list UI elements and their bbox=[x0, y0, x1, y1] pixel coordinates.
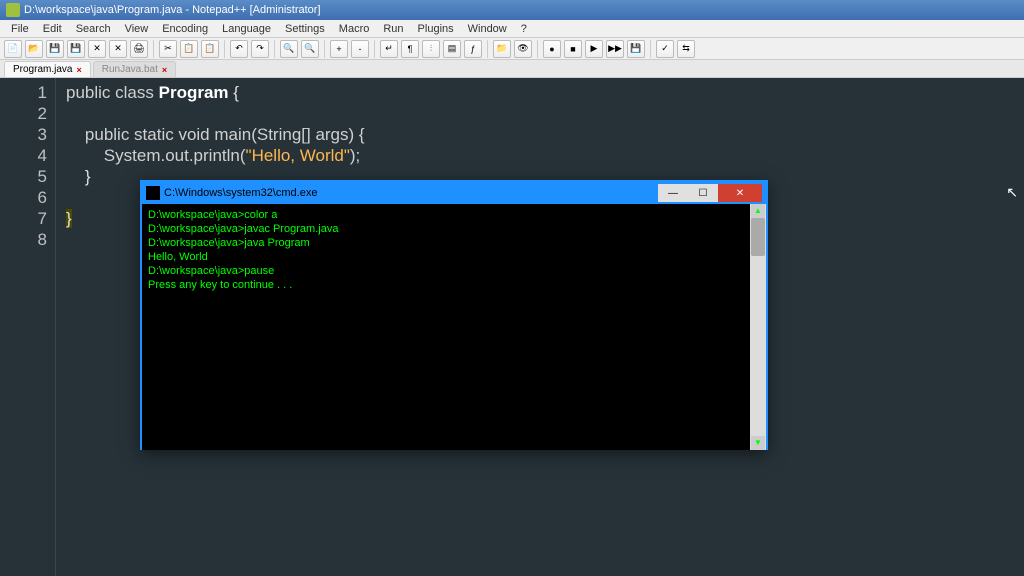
menu-run[interactable]: Run bbox=[376, 21, 410, 37]
cmd-output-line: Press any key to continue . . . bbox=[148, 278, 760, 292]
menu-bar: File Edit Search View Encoding Language … bbox=[0, 20, 1024, 38]
menu-encoding[interactable]: Encoding bbox=[155, 21, 215, 37]
new-file-icon[interactable]: 📄 bbox=[4, 40, 22, 58]
menu-help[interactable]: ? bbox=[514, 21, 534, 37]
menu-settings[interactable]: Settings bbox=[278, 21, 332, 37]
separator bbox=[487, 40, 488, 58]
cmd-title-bar[interactable]: C:\Windows\system32\cmd.exe — ☐ ✕ bbox=[142, 182, 766, 204]
save-all-icon[interactable]: 💾 bbox=[67, 40, 85, 58]
spellcheck-icon[interactable]: ✓ bbox=[656, 40, 674, 58]
record-icon[interactable]: ● bbox=[543, 40, 561, 58]
zoom-in-icon[interactable]: + bbox=[330, 40, 348, 58]
separator bbox=[650, 40, 651, 58]
undo-icon[interactable]: ↶ bbox=[230, 40, 248, 58]
line-number: 3 bbox=[0, 124, 47, 145]
close-button[interactable]: ✕ bbox=[718, 184, 762, 202]
separator bbox=[224, 40, 225, 58]
stop-icon[interactable]: ■ bbox=[564, 40, 582, 58]
save-icon[interactable]: 💾 bbox=[46, 40, 64, 58]
line-number: 6 bbox=[0, 187, 47, 208]
func-list-icon[interactable]: ƒ bbox=[464, 40, 482, 58]
print-icon[interactable]: 🖨 bbox=[130, 40, 148, 58]
scroll-up-icon[interactable]: ▲ bbox=[751, 204, 765, 218]
menu-language[interactable]: Language bbox=[215, 21, 278, 37]
paste-icon[interactable]: 📋 bbox=[201, 40, 219, 58]
indent-guide-icon[interactable]: ⫶ bbox=[422, 40, 440, 58]
menu-macro[interactable]: Macro bbox=[332, 21, 377, 37]
cmd-window[interactable]: C:\Windows\system32\cmd.exe — ☐ ✕ D:\wor… bbox=[140, 180, 768, 450]
copy-icon[interactable]: 📋 bbox=[180, 40, 198, 58]
separator bbox=[153, 40, 154, 58]
minimize-button[interactable]: — bbox=[658, 184, 688, 202]
play-icon[interactable]: ▶ bbox=[585, 40, 603, 58]
toolbar: 📄 📂 💾 💾 ✕ ✕ 🖨 ✂ 📋 📋 ↶ ↷ 🔍 🔍 + - ↵ ¶ ⫶ ▤ … bbox=[0, 38, 1024, 60]
line-number: 2 bbox=[0, 103, 47, 124]
cmd-output-line: Hello, World bbox=[148, 250, 760, 264]
menu-search[interactable]: Search bbox=[69, 21, 118, 37]
code-line: public static void main(String[] args) { bbox=[66, 124, 1024, 145]
folder-icon[interactable]: 📁 bbox=[493, 40, 511, 58]
tab-label: Program.java bbox=[13, 64, 72, 75]
app-icon bbox=[6, 3, 20, 17]
tab-close-icon[interactable]: × bbox=[76, 65, 81, 75]
monitor-icon[interactable]: 👁 bbox=[514, 40, 532, 58]
separator bbox=[374, 40, 375, 58]
cmd-output-line: D:\workspace\java>color a bbox=[148, 208, 760, 222]
show-chars-icon[interactable]: ¶ bbox=[401, 40, 419, 58]
cut-icon[interactable]: ✂ bbox=[159, 40, 177, 58]
code-line bbox=[66, 103, 1024, 124]
tab-label: RunJava.bat bbox=[102, 64, 158, 75]
wordwrap-icon[interactable]: ↵ bbox=[380, 40, 398, 58]
maximize-button[interactable]: ☐ bbox=[688, 184, 718, 202]
cmd-output-line: D:\workspace\java>javac Program.java bbox=[148, 222, 760, 236]
tab-program-java[interactable]: Program.java × bbox=[4, 61, 91, 77]
doc-map-icon[interactable]: ▤ bbox=[443, 40, 461, 58]
tab-bar: Program.java × RunJava.bat × bbox=[0, 60, 1024, 78]
separator bbox=[537, 40, 538, 58]
menu-window[interactable]: Window bbox=[461, 21, 514, 37]
code-line: public class Program { bbox=[66, 82, 1024, 103]
menu-view[interactable]: View bbox=[118, 21, 156, 37]
cmd-scrollbar[interactable]: ▲ ▼ bbox=[750, 204, 766, 450]
cmd-output-line: D:\workspace\java>pause bbox=[148, 264, 760, 278]
open-file-icon[interactable]: 📂 bbox=[25, 40, 43, 58]
line-number: 5 bbox=[0, 166, 47, 187]
redo-icon[interactable]: ↷ bbox=[251, 40, 269, 58]
cmd-output-line: D:\workspace\java>java Program bbox=[148, 236, 760, 250]
title-bar: D:\workspace\java\Program.java - Notepad… bbox=[0, 0, 1024, 20]
code-line: System.out.println("Hello, World"); bbox=[66, 145, 1024, 166]
separator bbox=[274, 40, 275, 58]
tab-close-icon[interactable]: × bbox=[162, 65, 167, 75]
separator bbox=[324, 40, 325, 58]
cmd-icon bbox=[146, 186, 160, 200]
cmd-title-text: C:\Windows\system32\cmd.exe bbox=[164, 187, 658, 199]
menu-file[interactable]: File bbox=[4, 21, 36, 37]
menu-edit[interactable]: Edit bbox=[36, 21, 69, 37]
save-macro-icon[interactable]: 💾 bbox=[627, 40, 645, 58]
compare-icon[interactable]: ⇆ bbox=[677, 40, 695, 58]
replace-icon[interactable]: 🔍 bbox=[301, 40, 319, 58]
line-number: 8 bbox=[0, 229, 47, 250]
window-title: D:\workspace\java\Program.java - Notepad… bbox=[24, 4, 321, 16]
scroll-down-icon[interactable]: ▼ bbox=[751, 436, 765, 450]
find-icon[interactable]: 🔍 bbox=[280, 40, 298, 58]
tab-runjava-bat[interactable]: RunJava.bat × bbox=[93, 61, 176, 77]
line-number-gutter: 1 2 3 4 5 6 7 8 bbox=[0, 78, 56, 576]
close-file-icon[interactable]: ✕ bbox=[88, 40, 106, 58]
close-all-icon[interactable]: ✕ bbox=[109, 40, 127, 58]
cmd-body[interactable]: D:\workspace\java>color a D:\workspace\j… bbox=[142, 204, 766, 450]
play-multi-icon[interactable]: ▶▶ bbox=[606, 40, 624, 58]
line-number: 4 bbox=[0, 145, 47, 166]
scroll-thumb[interactable] bbox=[751, 218, 765, 256]
line-number: 7 bbox=[0, 208, 47, 229]
zoom-out-icon[interactable]: - bbox=[351, 40, 369, 58]
menu-plugins[interactable]: Plugins bbox=[411, 21, 461, 37]
line-number: 1 bbox=[0, 82, 47, 103]
